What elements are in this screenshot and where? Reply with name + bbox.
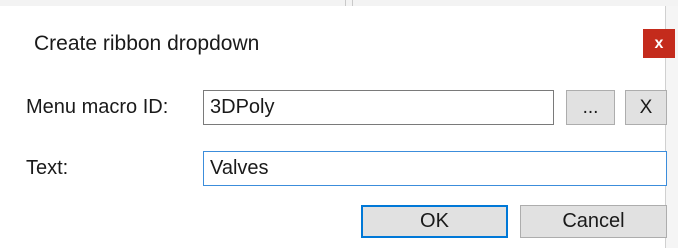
text-input[interactable] bbox=[203, 151, 667, 186]
cancel-button[interactable]: Cancel bbox=[520, 205, 667, 238]
screen: Create ribbon dropdown x Menu macro ID: … bbox=[0, 0, 678, 248]
menu-macro-id-label: Menu macro ID: bbox=[26, 96, 169, 118]
text-label: Text: bbox=[26, 157, 69, 179]
menu-macro-id-input[interactable] bbox=[203, 90, 554, 125]
close-icon: x bbox=[654, 35, 664, 52]
dialog-title: Create ribbon dropdown bbox=[34, 32, 260, 55]
ok-button[interactable]: OK bbox=[361, 205, 508, 238]
close-button[interactable]: x bbox=[643, 29, 675, 58]
clear-button[interactable]: X bbox=[625, 90, 667, 125]
browse-button[interactable]: ... bbox=[566, 90, 615, 125]
